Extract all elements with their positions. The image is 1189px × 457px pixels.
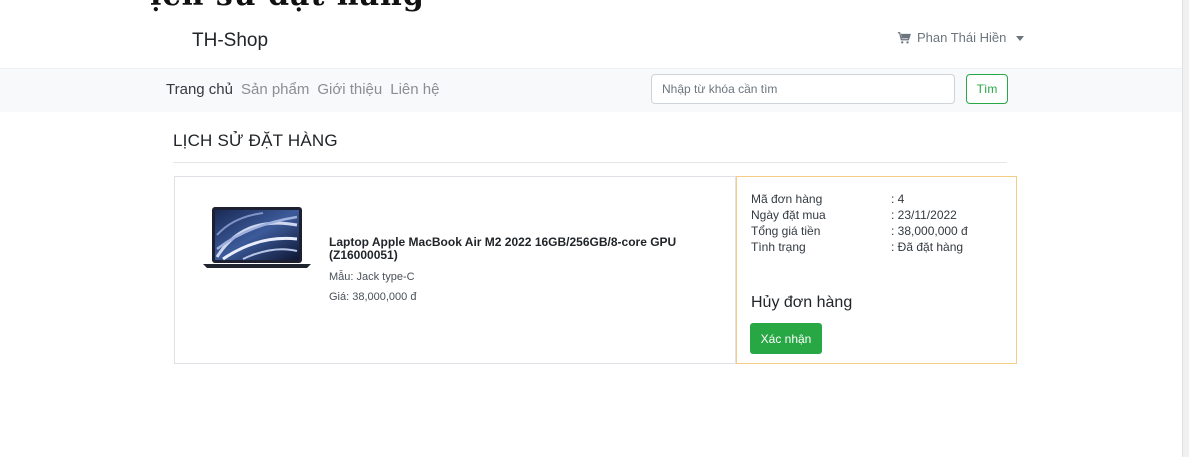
nav-item-about[interactable]: Giới thiệu (317, 81, 382, 98)
product-image (203, 207, 311, 268)
product-price: Giá: 38,000,000 đ (329, 291, 417, 303)
info-label: Ngày đặt mua (751, 208, 826, 222)
cart-icon[interactable] (897, 31, 911, 45)
user-menu[interactable]: Phan Thái Hiền (897, 30, 1025, 45)
info-value: : 38,000,000 đ (891, 224, 968, 238)
nav-links: Trang chủ Sản phẩm Giới thiệu Liên hệ (166, 81, 439, 98)
divider (173, 162, 1007, 163)
info-label: Tổng giá tiền (751, 224, 821, 238)
caret-down-icon[interactable] (1016, 36, 1025, 41)
order-product-card: Laptop Apple MacBook Air M2 2022 16GB/25… (174, 176, 736, 364)
product-name[interactable]: Laptop Apple MacBook Air M2 2022 16GB/25… (329, 236, 689, 262)
search-button[interactable]: Tìm (966, 74, 1008, 104)
order-info-card: Mã đơn hàng : 4 Ngày đặt mua : 23/11/202… (736, 176, 1017, 364)
nav-item-contact[interactable]: Liên hệ (390, 81, 439, 98)
brand-logo[interactable]: TH-Shop (192, 30, 268, 52)
nav-item-products[interactable]: Sản phẩm (241, 81, 309, 98)
info-row-order-date: Ngày đặt mua : 23/11/2022 (751, 207, 968, 223)
product-variant: Mẫu: Jack type-C (329, 271, 415, 283)
page-scrollbar[interactable] (1182, 0, 1189, 457)
nav-item-home[interactable]: Trang chủ (166, 81, 233, 98)
info-row-status: Tình trạng : Đã đặt hàng (751, 239, 968, 255)
navbar: Trang chủ Sản phẩm Giới thiệu Liên hệ Tì… (0, 68, 1189, 112)
order-info: Mã đơn hàng : 4 Ngày đặt mua : 23/11/202… (751, 191, 968, 255)
info-value: : 23/11/2022 (891, 208, 957, 222)
info-row-order-id: Mã đơn hàng : 4 (751, 191, 968, 207)
cancel-order-title: Hủy đơn hàng (751, 294, 853, 311)
info-row-total: Tổng giá tiền : 38,000,000 đ (751, 223, 968, 239)
info-label: Tình trạng (751, 240, 806, 254)
info-value: : Đã đặt hàng (891, 240, 964, 254)
search-input[interactable] (651, 74, 955, 104)
info-value: : 4 (891, 192, 905, 206)
cropped-caption: ịch sử đặt hàng (150, 0, 710, 18)
page-title: LỊCH SỬ ĐẶT HÀNG (173, 131, 338, 150)
confirm-cancel-button[interactable]: Xác nhận (750, 323, 822, 354)
info-label: Mã đơn hàng (751, 192, 823, 206)
user-name[interactable]: Phan Thái Hiền (917, 30, 1006, 45)
